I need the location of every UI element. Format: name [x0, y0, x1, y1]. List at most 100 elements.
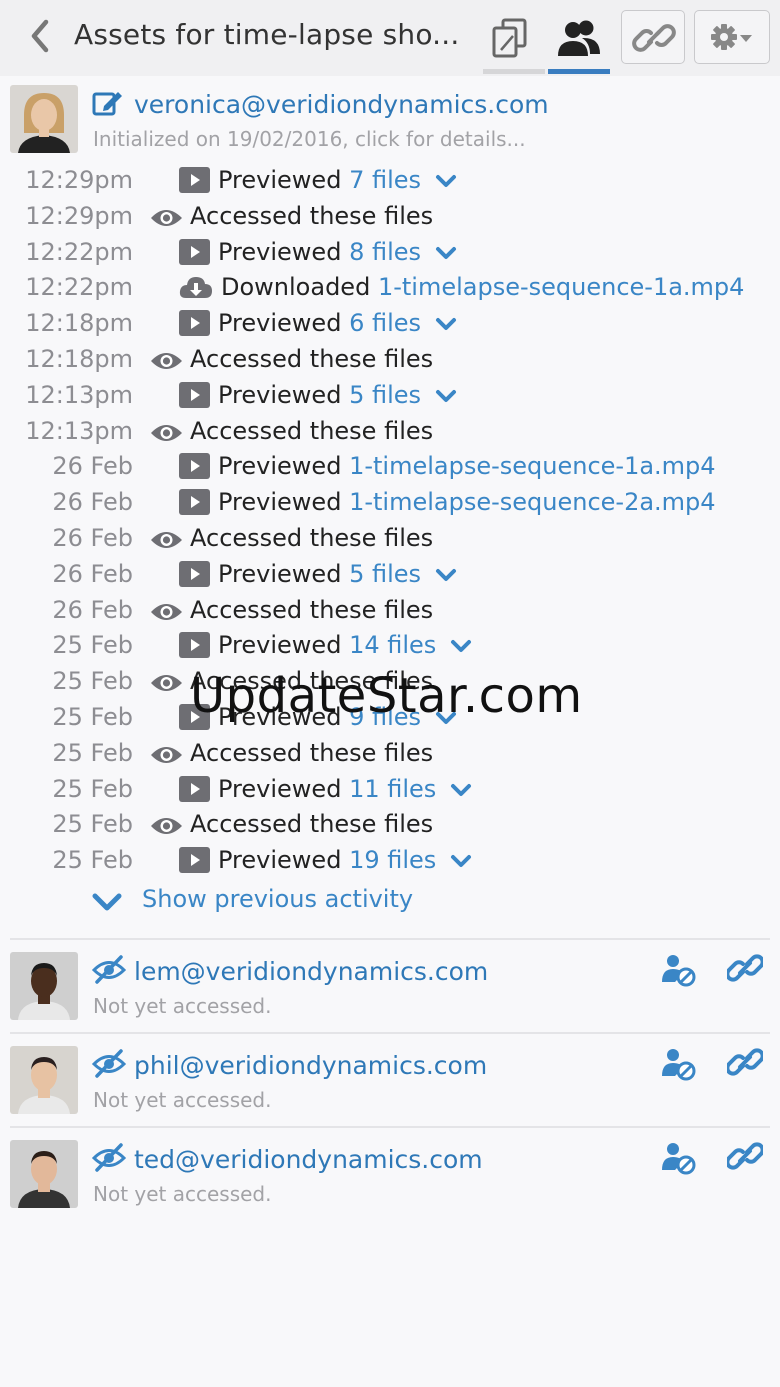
- activity-time: 12:13pm: [25, 416, 133, 445]
- activity-row: 12:18pm Accessed these files: [0, 344, 780, 380]
- play-icon: [179, 453, 210, 480]
- file-count-link[interactable]: 14 files: [349, 631, 436, 659]
- activity-action: Previewed: [218, 380, 342, 409]
- activity-time: 12:22pm: [25, 273, 133, 302]
- file-name-link[interactable]: 1-timelapse-sequence-2a.mp4: [349, 488, 716, 516]
- recipient-email-link[interactable]: ted@veridiondynamics.com: [134, 1145, 483, 1174]
- activity-time: 12:13pm: [25, 380, 133, 409]
- chevron-down-icon[interactable]: [450, 854, 472, 868]
- users-icon: [558, 20, 600, 56]
- activity-row: 25 Feb Accessed these files: [0, 738, 780, 774]
- eye-icon: [150, 528, 183, 552]
- activity-description: Previewed 6 files: [218, 309, 457, 337]
- recipient-avatar: [10, 1046, 78, 1114]
- link-icon[interactable]: [725, 1044, 765, 1080]
- activity-time: 25 Feb: [52, 667, 133, 696]
- file-count-link[interactable]: 5 files: [349, 381, 421, 409]
- eye-icon: [150, 814, 183, 838]
- activity-action: Accessed these files: [190, 595, 434, 624]
- file-name-link[interactable]: 1-timelapse-sequence-1a.mp4: [349, 452, 716, 480]
- chevron-down-icon[interactable]: [435, 568, 457, 582]
- chevron-down-icon[interactable]: [435, 317, 457, 331]
- revoke-access-icon[interactable]: [661, 952, 697, 988]
- chevron-down-icon[interactable]: [435, 246, 457, 260]
- chevron-down-icon[interactable]: [435, 174, 457, 188]
- eye-icon: [150, 600, 183, 624]
- divider: [10, 1032, 770, 1034]
- recipient-status: Not yet accessed.: [93, 994, 272, 1018]
- activity-time: 26 Feb: [52, 488, 133, 517]
- activity-action: Previewed: [218, 488, 342, 517]
- activity-row: 26 Feb Previewed 1-timelapse-sequence-1a.…: [0, 451, 780, 487]
- revoke-access-icon[interactable]: [661, 1140, 697, 1176]
- share-link-button[interactable]: [621, 10, 685, 64]
- chevron-down-icon[interactable]: [450, 783, 472, 797]
- recipient-email-link[interactable]: lem@veridiondynamics.com: [134, 957, 488, 986]
- file-count-link[interactable]: 7 files: [349, 166, 421, 194]
- activity-description: Previewed 1-timelapse-sequence-1a.mp4: [218, 452, 716, 480]
- activity-row: 25 Feb Previewed 14 files: [0, 630, 780, 666]
- play-icon: [179, 632, 210, 659]
- activity-time: 12:18pm: [25, 345, 133, 373]
- file-count-link[interactable]: 11 files: [349, 775, 436, 803]
- activity-time: 12:29pm: [25, 166, 133, 194]
- activity-row: 12:29pm Previewed 7 files: [0, 165, 780, 201]
- file-count-link[interactable]: 19 files: [349, 846, 436, 874]
- activity-action: Accessed these files: [190, 810, 434, 839]
- top-bar: Assets for time-lapse sho...: [0, 0, 780, 76]
- activity-row: 26 Feb Accessed these files: [0, 523, 780, 559]
- link-icon[interactable]: [725, 950, 765, 986]
- activity-action: Accessed these files: [190, 524, 434, 552]
- activity-description: Previewed 8 files: [218, 238, 457, 266]
- activity-action: Accessed these files: [190, 201, 434, 230]
- play-icon: [179, 775, 210, 802]
- activity-time: 26 Feb: [52, 559, 133, 588]
- activity-action: Previewed: [218, 166, 342, 194]
- activity-row: 26 Feb Previewed 1-timelapse-sequence-2a.…: [0, 487, 780, 523]
- activity-description: Accessed these files: [190, 345, 433, 373]
- chevron-down-icon[interactable]: [450, 639, 472, 653]
- tab-people[interactable]: [548, 10, 610, 74]
- play-icon: [179, 381, 210, 408]
- activity-action: Accessed these files: [190, 416, 434, 445]
- edit-icon[interactable]: [92, 88, 124, 118]
- activity-description: Previewed 5 files: [218, 381, 457, 409]
- link-icon[interactable]: [725, 1138, 765, 1174]
- activity-description: Downloaded 1-timelapse-sequence-1a.mp4: [221, 273, 744, 301]
- owner-avatar: [10, 85, 78, 153]
- activity-description: Accessed these files: [190, 524, 433, 552]
- back-button[interactable]: [26, 16, 56, 56]
- owner-initialized-details[interactable]: Initialized on 19/02/2016, click for det…: [93, 127, 526, 151]
- activity-description: Previewed 7 files: [218, 166, 457, 194]
- file-count-link[interactable]: 6 files: [349, 309, 421, 337]
- eye-icon: [150, 743, 183, 767]
- owner-email-link[interactable]: veronica@veridiondynamics.com: [134, 90, 549, 119]
- page-title: Assets for time-lapse sho...: [74, 18, 460, 51]
- activity-row: 12:13pm Previewed 5 files: [0, 380, 780, 416]
- gear-icon: [711, 24, 752, 50]
- file-name-link[interactable]: 1-timelapse-sequence-1a.mp4: [378, 273, 745, 301]
- watermark: UpdateStar.com: [190, 668, 583, 724]
- activity-action: Previewed: [218, 631, 342, 660]
- revoke-access-icon[interactable]: [661, 1046, 697, 1082]
- activity-description: Accessed these files: [190, 417, 433, 445]
- chevron-down-icon[interactable]: [435, 389, 457, 403]
- activity-action: Previewed: [218, 309, 342, 338]
- recipient-status: Not yet accessed.: [93, 1182, 272, 1206]
- activity-time: 12:22pm: [25, 237, 133, 266]
- tab-files[interactable]: [483, 10, 545, 74]
- activity-row: 26 Feb Previewed 5 files: [0, 559, 780, 595]
- activity-time: 25 Feb: [52, 703, 133, 731]
- activity-row: 25 Feb Previewed 19 files: [0, 845, 780, 881]
- file-count-link[interactable]: 5 files: [349, 560, 421, 588]
- eye-slash-icon: [91, 1142, 127, 1172]
- eye-icon: [150, 349, 183, 373]
- activity-time: 25 Feb: [52, 810, 133, 839]
- recipient-status: Not yet accessed.: [93, 1088, 272, 1112]
- recipient-email-link[interactable]: phil@veridiondynamics.com: [134, 1051, 487, 1080]
- settings-menu-button[interactable]: [694, 10, 770, 64]
- eye-icon: [150, 421, 183, 445]
- activity-row: 12:18pm Previewed 6 files: [0, 308, 780, 344]
- play-icon: [179, 310, 210, 337]
- file-count-link[interactable]: 8 files: [349, 238, 421, 266]
